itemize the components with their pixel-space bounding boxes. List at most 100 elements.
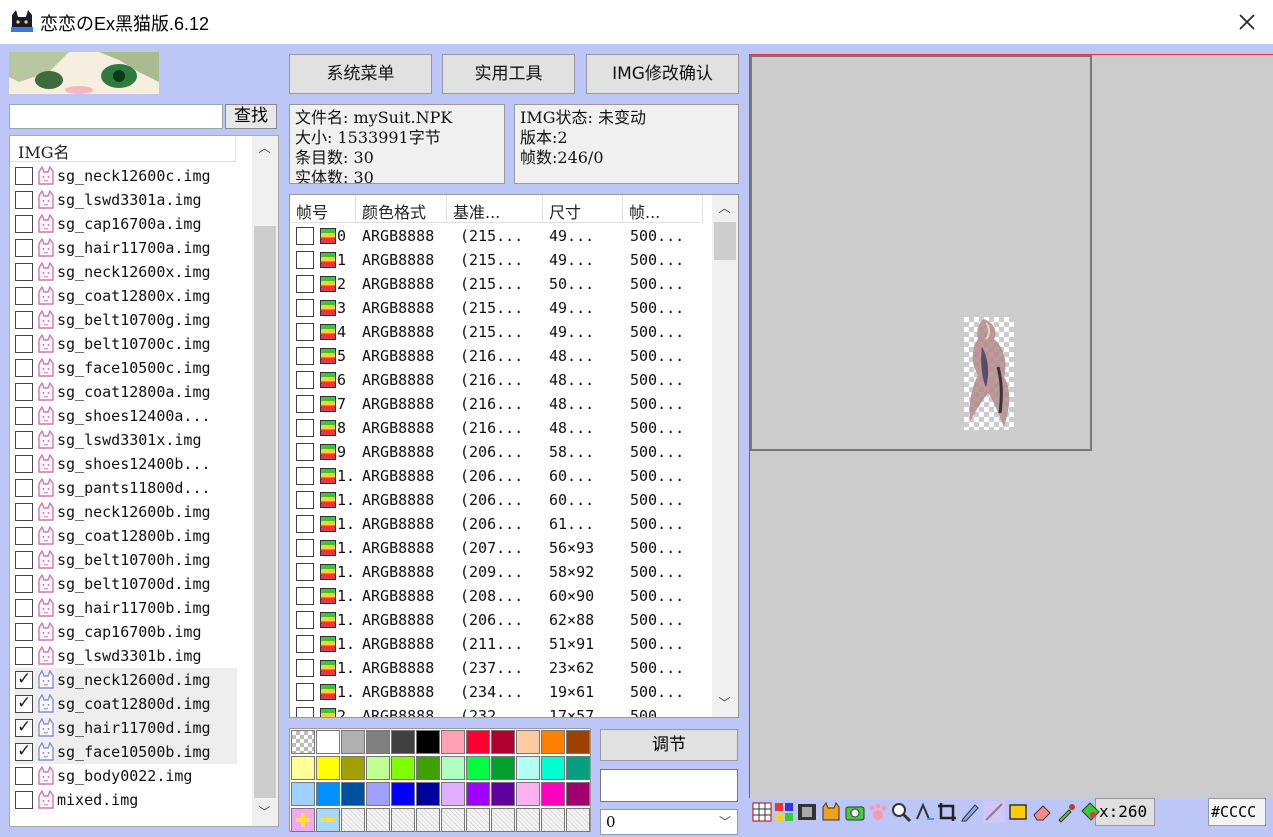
row-checkbox[interactable] [296,683,314,701]
color-swatch[interactable] [466,730,490,754]
color-swatch[interactable] [491,730,515,754]
color-swatch[interactable] [416,756,440,780]
item-checkbox[interactable] [15,311,33,329]
scroll-thumb[interactable] [254,226,276,798]
color-swatch[interactable] [566,730,590,754]
color-swatch[interactable] [291,756,315,780]
col-header-frame[interactable]: 帧... [623,195,703,223]
color-swatch[interactable] [541,730,565,754]
color-swatch[interactable] [566,782,590,806]
list-item[interactable]: sg_lswd3301x.img [15,428,237,452]
search-button[interactable]: 查找 [225,104,277,129]
remove-color-icon[interactable] [316,808,340,832]
table-row[interactable]: 5 ARGB8888 (216... 48... 500... [290,344,710,368]
img-list-scrollbar[interactable]: ︿ ﹀ [252,136,278,826]
item-checkbox[interactable] [15,191,33,209]
row-checkbox[interactable] [296,275,314,293]
tools-button[interactable]: 实用工具 [442,54,575,94]
paw-icon[interactable] [867,800,889,824]
camera-icon[interactable] [844,800,866,824]
item-checkbox[interactable] [15,693,33,713]
list-item[interactable]: sg_coat12800d.img [15,692,237,716]
color-swatch[interactable] [541,782,565,806]
list-item[interactable]: sg_hair11700d.img [15,716,237,740]
table-row[interactable]: 1. ARGB8888 (211... 51×91 500... [290,632,710,656]
item-checkbox[interactable] [15,335,33,353]
line-icon[interactable] [983,800,1005,824]
color-swatch[interactable] [341,730,365,754]
list-item[interactable]: sg_body0022.img [15,764,237,788]
img-list-header[interactable]: IMG名 [10,136,236,162]
list-item[interactable]: sg_hair11700b.img [15,596,237,620]
list-item[interactable]: sg_hair11700a.img [15,236,237,260]
img-list[interactable]: IMG名 sg_neck12600c.img sg_lswd3301a.img sg… [9,135,279,827]
table-row[interactable]: 1. ARGB8888 (206... 62×88 500... [290,608,710,632]
table-row[interactable]: 9 ARGB8888 (206... 58... 500... [290,440,710,464]
table-row[interactable]: 3 ARGB8888 (215... 49... 500... [290,296,710,320]
color-swatch[interactable] [316,756,340,780]
row-checkbox[interactable] [296,491,314,509]
add-color-icon[interactable] [291,808,315,832]
swatch-empty[interactable] [541,808,565,832]
row-checkbox[interactable] [296,227,314,245]
color-swatch[interactable] [391,782,415,806]
swatch-empty[interactable] [491,808,515,832]
color-swatch[interactable] [516,756,540,780]
color-swatch[interactable] [416,782,440,806]
item-checkbox[interactable] [15,431,33,449]
row-checkbox[interactable] [296,371,314,389]
item-checkbox[interactable] [15,407,33,425]
frame-list[interactable]: 帧号 颜色格式 基准... 尺寸 帧... 0 ARGB8888 (215... 49… [289,194,739,718]
swatch-empty[interactable] [466,808,490,832]
swatch-empty[interactable] [516,808,540,832]
col-header-frame-no[interactable]: 帧号 [290,195,356,223]
list-item[interactable]: sg_belt10700c.img [15,332,237,356]
table-row[interactable]: 6 ARGB8888 (216... 48... 500... [290,368,710,392]
color-swatch[interactable] [316,730,340,754]
color-swatch[interactable] [341,782,365,806]
row-checkbox[interactable] [296,635,314,653]
table-row[interactable]: 8 ARGB8888 (216... 48... 500... [290,416,710,440]
frame-list-scrollbar[interactable]: ︿ ﹀ [712,195,738,717]
color-swatch[interactable] [491,782,515,806]
fill-icon[interactable] [1079,800,1101,824]
list-item[interactable]: sg_lswd3301b.img [15,644,237,668]
color-swatch[interactable] [491,756,515,780]
preview-canvas[interactable] [749,54,1273,798]
item-checkbox[interactable] [15,455,33,473]
item-checkbox[interactable] [15,647,33,665]
list-item[interactable]: sg_shoes12400b... [15,452,237,476]
item-checkbox[interactable] [15,239,33,257]
table-row[interactable]: 4 ARGB8888 (215... 49... 500... [290,320,710,344]
table-row[interactable]: 2 ARGB8888 (215... 50... 500... [290,272,710,296]
scroll-down-icon[interactable]: ﹀ [716,695,733,712]
item-checkbox[interactable] [15,479,33,497]
row-checkbox[interactable] [296,467,314,485]
color-swatch[interactable] [441,756,465,780]
item-checkbox[interactable] [15,791,33,809]
item-checkbox[interactable] [15,669,33,689]
table-row[interactable]: 1. ARGB8888 (206... 61... 500... [290,512,710,536]
film-icon[interactable] [796,800,818,824]
item-checkbox[interactable] [15,767,33,785]
row-checkbox[interactable] [296,659,314,677]
row-checkbox[interactable] [296,419,314,437]
scroll-down-icon[interactable]: ﹀ [256,804,273,821]
swatch-empty[interactable] [441,808,465,832]
close-icon[interactable] [1235,10,1259,34]
item-checkbox[interactable] [15,359,33,377]
item-checkbox[interactable] [15,551,33,569]
item-checkbox[interactable] [15,575,33,593]
row-checkbox[interactable] [296,395,314,413]
color-swatch[interactable] [516,782,540,806]
table-row[interactable]: 1. ARGB8888 (206... 60... 500... [290,488,710,512]
color-swatch[interactable] [516,730,540,754]
list-item[interactable]: sg_face10500c.img [15,356,237,380]
item-checkbox[interactable] [15,503,33,521]
row-checkbox[interactable] [296,539,314,557]
list-item[interactable]: sg_belt10700g.img [15,308,237,332]
crop-icon[interactable] [936,800,958,824]
item-checkbox[interactable] [15,167,33,185]
item-checkbox[interactable] [15,741,33,761]
color-swatch[interactable] [316,782,340,806]
